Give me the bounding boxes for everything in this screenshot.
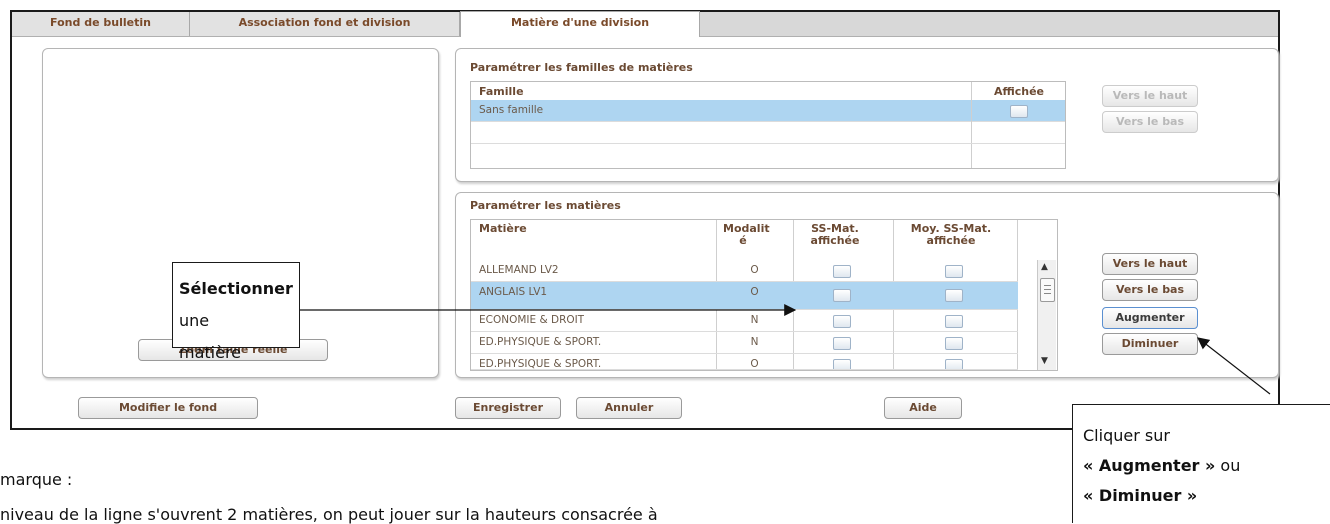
callout-select-line2: matière	[179, 343, 242, 362]
callout-click-ou: ou	[1215, 456, 1241, 475]
callout-click-augmenter: « Augmenter »	[1083, 456, 1216, 475]
remarque-text: niveau de la ligne s'ouvrent 2 matières,…	[0, 505, 658, 524]
remarque-label: marque :	[0, 470, 73, 489]
callout-select-rest: une	[179, 311, 210, 330]
callout-select: Sélectionner une matière	[172, 262, 300, 362]
callout-select-bold: Sélectionner	[179, 279, 293, 298]
callout-click-line1: Cliquer sur	[1083, 426, 1170, 445]
arrow-to-augmenter	[1197, 337, 1271, 395]
callout-click-diminuer: « Diminuer »	[1083, 486, 1198, 505]
callout-click: Cliquer sur « Augmenter » ou « Diminuer …	[1072, 404, 1330, 523]
